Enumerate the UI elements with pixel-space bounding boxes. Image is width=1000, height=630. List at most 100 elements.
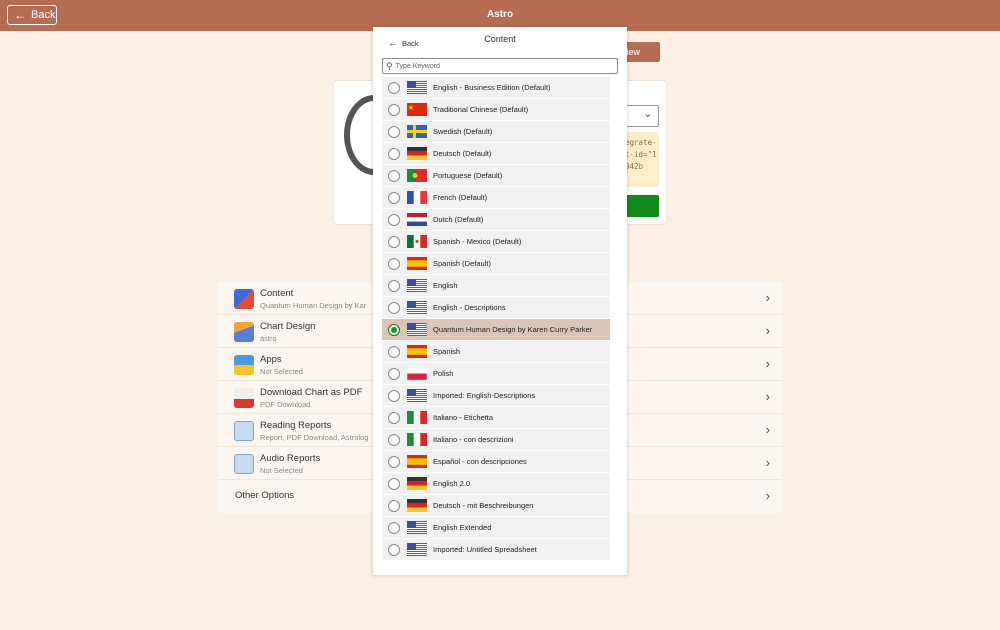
list-item[interactable]: Italiano - Etichetta <box>382 407 610 428</box>
flag-it-icon <box>407 411 427 424</box>
list-item[interactable]: Imported: Untitled Spreadsheet <box>382 539 610 560</box>
flag-us-icon <box>407 543 427 556</box>
list-item[interactable]: Swedish (Default) <box>382 121 610 142</box>
list-item[interactable]: English - Descriptions <box>382 297 610 318</box>
radio-unselected[interactable] <box>388 478 400 490</box>
list-item-label: Portuguese (Default) <box>433 171 503 180</box>
setting-title: Apps <box>260 354 282 365</box>
radio-unselected[interactable] <box>388 236 400 248</box>
flag-de-icon <box>407 477 427 490</box>
list-item-label: Imported: Untitled Spreadsheet <box>433 545 537 554</box>
list-item[interactable]: Spanish - Mexico (Default) <box>382 231 610 252</box>
setting-subtitle: Quantum Human Design by Kar <box>260 301 367 310</box>
radio-unselected[interactable] <box>388 412 400 424</box>
chevron-right-icon: › <box>765 356 770 371</box>
setting-title: Content <box>260 288 294 299</box>
chevron-right-icon: › <box>765 422 770 437</box>
flag-us-icon <box>407 279 427 292</box>
radio-unselected[interactable] <box>388 82 400 94</box>
list-item-label: Spanish - Mexico (Default) <box>433 237 522 246</box>
list-item-label: Español - con descripciones <box>433 457 527 466</box>
flag-us-icon <box>407 301 427 314</box>
list-item-label: Polish <box>433 369 454 378</box>
setting-subtitle: Report, PDF Download, Astrolog <box>260 433 369 442</box>
chevron-right-icon: › <box>765 488 770 503</box>
list-item[interactable]: Español - con descripciones <box>382 451 610 472</box>
list-item-label: Traditional Chinese (Default) <box>433 105 529 114</box>
list-item[interactable]: English 2.0 <box>382 473 610 494</box>
setting-subtitle: PDF Download <box>260 400 311 409</box>
radio-unselected[interactable] <box>388 522 400 534</box>
radio-unselected[interactable] <box>388 148 400 160</box>
search-icon: ⚲ <box>386 60 393 71</box>
list-item-label: Italiano - Etichetta <box>433 413 494 422</box>
radio-unselected[interactable] <box>388 170 400 182</box>
list-item-label: English - Descriptions <box>433 303 506 312</box>
list-item-label: Imported: English-Descriptions <box>433 391 536 400</box>
flag-pt-icon <box>407 169 427 182</box>
radio-unselected[interactable] <box>388 368 400 380</box>
setting-title: Chart Design <box>260 321 316 332</box>
list-item-label: Dutch (Default) <box>433 215 484 224</box>
flag-es-icon <box>407 257 427 270</box>
search-input[interactable] <box>395 62 596 70</box>
list-item-label: Deutsch (Default) <box>433 149 492 158</box>
pdf-icon <box>234 388 254 408</box>
list-item-label: Spanish <box>433 347 461 356</box>
radio-unselected[interactable] <box>388 456 400 468</box>
flag-mx-icon <box>407 235 427 248</box>
list-item-label: Italiano - con descrizioni <box>433 435 514 444</box>
flag-es-icon <box>407 345 427 358</box>
radio-unselected[interactable] <box>388 258 400 270</box>
list-item[interactable]: Imported: English-Descriptions <box>382 385 610 406</box>
flag-nl-icon <box>407 213 427 226</box>
setting-title: Reading Reports <box>260 420 332 431</box>
list-item[interactable]: Spanish <box>382 341 610 362</box>
search-box: ⚲ <box>382 58 618 74</box>
radio-unselected[interactable] <box>388 280 400 292</box>
list-item-label: English <box>433 281 458 290</box>
radio-unselected[interactable] <box>388 390 400 402</box>
list-item[interactable]: English Extended <box>382 517 610 538</box>
setting-subtitle: astro <box>260 334 277 343</box>
flag-it-icon <box>407 433 427 446</box>
flag-us-icon <box>407 81 427 94</box>
list-item[interactable]: Polish <box>382 363 610 384</box>
radio-unselected[interactable] <box>388 126 400 138</box>
flag-us-icon <box>407 389 427 402</box>
list-item[interactable]: Deutsch (Default) <box>382 143 610 164</box>
flag-fr-icon <box>407 191 427 204</box>
setting-title: Audio Reports <box>260 453 321 464</box>
chevron-right-icon: › <box>765 290 770 305</box>
chevron-right-icon: › <box>765 455 770 470</box>
flag-us-icon <box>407 521 427 534</box>
app-title: Astro <box>486 9 514 20</box>
list-item-label: English Extended <box>433 523 492 532</box>
list-item-label: Swedish (Default) <box>433 127 493 136</box>
list-item[interactable]: English <box>382 275 610 296</box>
radio-unselected[interactable] <box>388 434 400 446</box>
chevron-down-icon: ⌄ <box>643 109 652 120</box>
list-item[interactable]: Portuguese (Default) <box>382 165 610 186</box>
radio-unselected[interactable] <box>388 346 400 358</box>
list-item[interactable]: Dutch (Default) <box>382 209 610 230</box>
list-item[interactable]: French (Default) <box>382 187 610 208</box>
radio-selected[interactable] <box>388 324 400 336</box>
list-item[interactable]: English - Business Edition (Default) <box>382 77 610 98</box>
radio-unselected[interactable] <box>388 302 400 314</box>
code-line: egrate- <box>625 138 657 147</box>
list-item[interactable]: Quantum Human Design by Karen Curry Park… <box>382 319 610 340</box>
radio-unselected[interactable] <box>388 544 400 556</box>
radio-unselected[interactable] <box>388 104 400 116</box>
code-line: t-id="1 <box>625 150 657 159</box>
flag-es-icon <box>407 455 427 468</box>
radio-unselected[interactable] <box>388 500 400 512</box>
radio-unselected[interactable] <box>388 192 400 204</box>
radio-unselected[interactable] <box>388 214 400 226</box>
list-item[interactable]: Spanish (Default) <box>382 253 610 274</box>
list-item[interactable]: Traditional Chinese (Default) <box>382 99 610 120</box>
report-icon <box>234 421 254 441</box>
flag-us-icon <box>407 323 427 336</box>
list-item[interactable]: Deutsch - mit Beschreibungen <box>382 495 610 516</box>
list-item[interactable]: Italiano - con descrizioni <box>382 429 610 450</box>
